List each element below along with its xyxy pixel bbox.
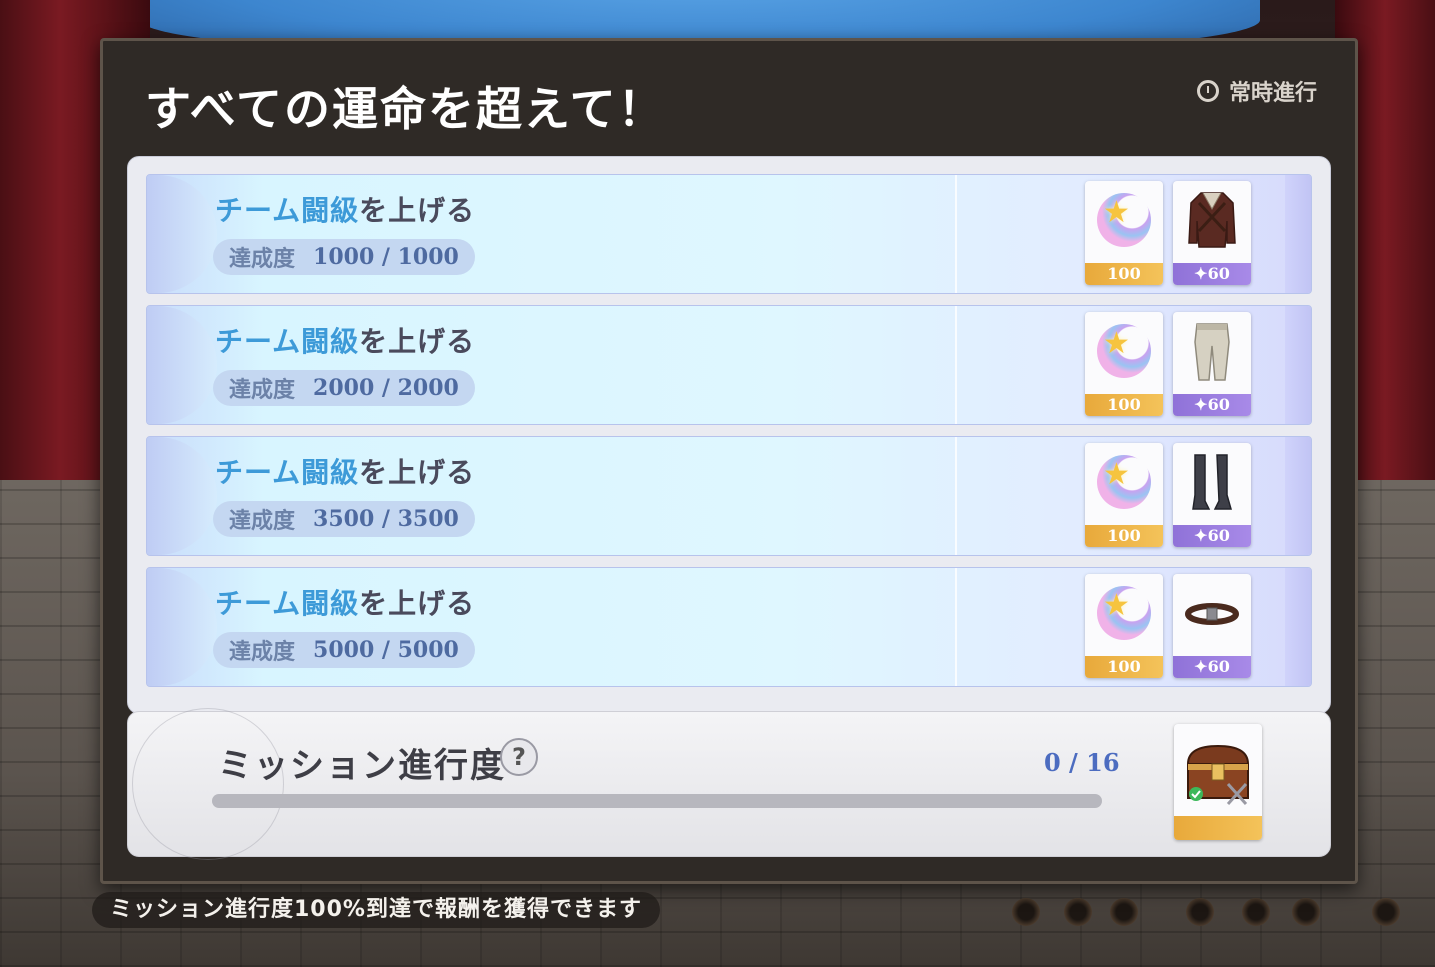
mission-row[interactable]: チーム闘級を上げる 達成度 3500 / 3500 ★ 100 ✦60: [146, 436, 1312, 556]
mission-row[interactable]: チーム闘級を上げる 達成度 2000 / 2000 ★ 100 ✦60: [146, 305, 1312, 425]
mission-row[interactable]: チーム闘級を上げる 達成度 1000 / 1000 ★ 100 ✦60: [146, 174, 1312, 294]
row-bracket: [147, 437, 217, 555]
wall-hole-icon: [1242, 898, 1270, 926]
wall-hole-icon: [1012, 898, 1040, 926]
mission-progress: 達成度 2000 / 2000: [213, 370, 475, 406]
row-bracket: [147, 175, 217, 293]
mission-progress-section: ミッション進行度 ? 0 / 16: [127, 708, 1331, 860]
footer-note: ミッション進行度100%到達で報酬を獲得できます: [92, 892, 660, 928]
treasure-chest-icon: [1186, 744, 1250, 806]
reward-item[interactable]: ✦60: [1173, 443, 1251, 547]
mission-progress: 達成度 3500 / 3500: [213, 501, 475, 537]
help-icon[interactable]: ?: [500, 738, 538, 776]
wall-hole-icon: [1186, 898, 1214, 926]
belt-icon: [1185, 603, 1239, 625]
mode-indicator: 常時進行: [1196, 75, 1317, 107]
mission-title: チーム闘級を上げる: [215, 456, 476, 489]
mission-title: チーム闘級を上げる: [215, 194, 476, 227]
reward-gem[interactable]: ★ 100: [1085, 181, 1163, 285]
mission-panel: すべての運命を超えて！ 常時進行 チーム闘級を上げる 達成度 1000 / 10…: [100, 38, 1358, 884]
progress-bar: [212, 794, 1102, 808]
panel-title: すべての運命を超えて！: [145, 82, 666, 136]
final-reward[interactable]: [1174, 724, 1262, 840]
reward-gem[interactable]: ★ 100: [1085, 312, 1163, 416]
wall-hole-icon: [1110, 898, 1138, 926]
progress-count: 0 / 16: [1044, 748, 1120, 777]
reward-gem[interactable]: ★ 100: [1085, 443, 1163, 547]
mission-list[interactable]: チーム闘級を上げる 達成度 1000 / 1000 ★ 100 ✦60 チーム闘…: [127, 156, 1331, 714]
mission-title: チーム闘級を上げる: [215, 587, 476, 620]
wall-hole-icon: [1292, 898, 1320, 926]
pants-icon: [1194, 323, 1230, 381]
progress-title: ミッション進行度: [218, 746, 506, 786]
mission-progress: 達成度 1000 / 1000: [213, 239, 475, 275]
reward-item[interactable]: ✦60: [1173, 181, 1251, 285]
boots-icon: [1192, 454, 1232, 510]
wall-hole-icon: [1064, 898, 1092, 926]
reward-gem[interactable]: ★ 100: [1085, 574, 1163, 678]
mission-row[interactable]: チーム闘級を上げる 達成度 5000 / 5000 ★ 100 ✦60: [146, 567, 1312, 687]
mission-title: チーム闘級を上げる: [215, 325, 476, 358]
wall-hole-icon: [1372, 898, 1400, 926]
mission-progress: 達成度 5000 / 5000: [213, 632, 475, 668]
stopwatch-icon: [1196, 80, 1219, 102]
row-bracket: [147, 568, 217, 686]
coat-icon: [1188, 192, 1236, 248]
reward-item[interactable]: ✦60: [1173, 574, 1251, 678]
mode-label: 常時進行: [1228, 81, 1317, 106]
reward-item[interactable]: ✦60: [1173, 312, 1251, 416]
row-bracket: [147, 306, 217, 424]
